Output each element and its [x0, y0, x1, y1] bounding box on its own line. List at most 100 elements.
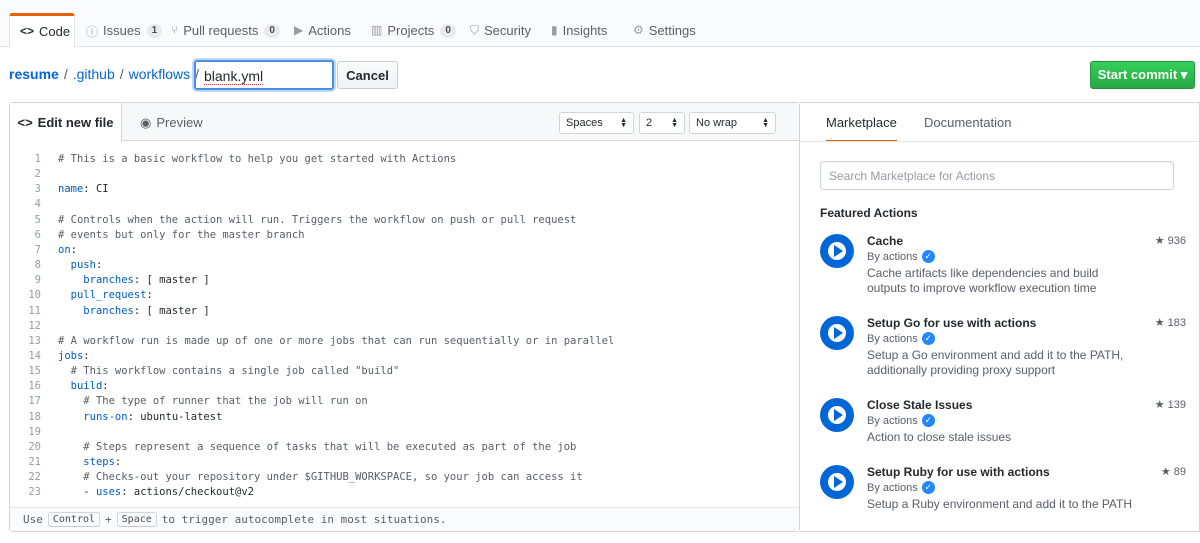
action-logo-icon	[820, 398, 854, 432]
line-number: 8	[34, 259, 41, 271]
kbd-space: Space	[116, 512, 157, 527]
verified-icon: ✓	[921, 250, 935, 263]
editor-header: <> Edit new file ◉ Preview Spaces ▲ ▼ 2 ▲ ▼ No…	[10, 103, 799, 142]
code-line: pull_request:	[70, 289, 153, 301]
code-line: steps:	[83, 456, 122, 468]
line-number: 18	[28, 411, 41, 423]
line-number: 11	[28, 305, 41, 317]
indent-size-select[interactable]: 2 ▲ ▼	[639, 112, 685, 134]
action-author: By actions ✓	[867, 332, 935, 345]
action-author: By actions ✓	[867, 250, 935, 263]
chevron-updown-icon: ▲ ▼	[671, 117, 678, 129]
code-line: - uses: actions/checkout@v2	[58, 486, 254, 498]
tab-settings[interactable]: ⚙ Settings	[633, 13, 696, 47]
line-number: 22	[28, 471, 41, 483]
action-logo-icon	[820, 465, 854, 499]
marketplace-search-input[interactable]: Search Marketplace for Actions	[820, 161, 1174, 190]
star-icon: ★	[1154, 399, 1165, 411]
code-line: # This workflow contains a single job ca…	[58, 365, 400, 377]
tab-security[interactable]: ⛉ Security	[470, 13, 531, 47]
pull-request-icon: ⑂	[171, 23, 179, 37]
line-number: 10	[28, 289, 41, 301]
line-number: 1	[34, 153, 41, 165]
tab-actions[interactable]: ▶ Actions	[294, 13, 351, 47]
eye-icon: ◉	[140, 114, 152, 130]
line-number: 2	[34, 168, 41, 180]
verified-icon: ✓	[921, 414, 935, 427]
projects-count: 0	[440, 24, 456, 38]
action-logo-icon	[820, 234, 854, 268]
code-editor: <> Edit new file ◉ Preview Spaces ▲ ▼ 2 ▲ ▼ No…	[9, 102, 800, 532]
code-line: # This is a basic workflow to help you g…	[58, 153, 457, 165]
graph-icon: ▮	[551, 23, 558, 37]
breadcrumb-repo[interactable]: resume	[9, 66, 59, 82]
divider	[800, 141, 1200, 142]
kbd-control: Control	[47, 512, 101, 527]
code-line: # A workflow run is made up of one or mo…	[58, 335, 615, 347]
action-name[interactable]: Cache	[867, 234, 903, 248]
line-number: 3	[34, 183, 41, 195]
action-stars: ★ 139	[1154, 399, 1186, 411]
line-number: 5	[34, 214, 41, 226]
action-stars: ★ 89	[1160, 466, 1186, 478]
indent-mode-select[interactable]: Spaces ▲ ▼	[559, 112, 634, 134]
tab-pull-requests[interactable]: ⑂ Pull requests 0	[171, 13, 280, 47]
tab-preview[interactable]: ◉ Preview	[140, 103, 203, 142]
action-author: By actions ✓	[867, 414, 935, 427]
line-number: 12	[28, 320, 41, 332]
tab-marketplace[interactable]: Marketplace	[826, 115, 897, 142]
line-number: 15	[28, 365, 41, 377]
chevron-updown-icon: ▲ ▼	[762, 117, 769, 129]
play-icon: ▶	[294, 23, 304, 37]
code-icon: <>	[17, 115, 33, 130]
issue-icon: ⓘ	[86, 25, 99, 39]
code-line: push:	[70, 259, 103, 271]
tab-edit-new-file[interactable]: <> Edit new file	[10, 103, 122, 142]
breadcrumb-workflows-dir[interactable]: workflows	[129, 66, 190, 82]
code-line: name: CI	[58, 183, 109, 195]
action-stars: ★ 936	[1154, 235, 1186, 247]
project-icon: ▥	[371, 23, 383, 37]
action-author: By actions ✓	[867, 481, 935, 494]
code-line: runs-on: ubuntu-latest	[83, 411, 223, 423]
line-number: 21	[28, 456, 41, 468]
line-number: 4	[34, 198, 41, 210]
breadcrumb-github-dir[interactable]: .github	[73, 66, 115, 82]
tab-insights[interactable]: ▮ Insights	[551, 13, 607, 47]
filename-input[interactable]: blank.yml	[194, 60, 334, 90]
action-description: Cache artifacts like dependencies and bu…	[867, 266, 1099, 295]
repo-nav: <> Code ⓘ Issues 1 ⑂ Pull requests 0 ▶ Actions…	[0, 0, 1200, 48]
action-name[interactable]: Close Stale Issues	[867, 398, 972, 412]
tab-documentation[interactable]: Documentation	[924, 115, 1011, 130]
gear-icon: ⚙	[633, 23, 644, 37]
code-line: # Steps represent a sequence of tasks th…	[58, 441, 577, 453]
breadcrumb: resume / .github / workflows /	[9, 66, 199, 82]
wrap-mode-select[interactable]: No wrap ▲ ▼	[689, 112, 776, 134]
chevron-updown-icon: ▲ ▼	[620, 117, 627, 129]
code-line: # Checks-out your repository under $GITH…	[58, 471, 583, 483]
code-line: on:	[58, 244, 77, 256]
action-description: Setup a Go environment and add it to the…	[867, 348, 1124, 377]
line-number: 6	[34, 229, 41, 241]
tab-issues[interactable]: ⓘ Issues 1	[86, 13, 163, 47]
line-number: 20	[28, 441, 41, 453]
action-logo-icon	[820, 316, 854, 350]
line-number: 14	[28, 350, 41, 362]
action-description: Setup a Ruby environment and add it to t…	[867, 497, 1133, 511]
code-line: # events but only for the master branch	[58, 229, 305, 241]
code-line: branches: [ master ]	[83, 305, 210, 317]
tab-code[interactable]: <> Code	[9, 13, 75, 48]
action-name[interactable]: Setup Go for use with actions	[867, 316, 1036, 330]
line-number: 17	[28, 395, 41, 407]
tab-projects[interactable]: ▥ Projects 0	[371, 13, 456, 47]
line-number: 16	[28, 380, 41, 392]
action-name[interactable]: Setup Ruby for use with actions	[867, 465, 1050, 479]
start-commit-button[interactable]: Start commit ▾	[1090, 61, 1195, 89]
cancel-button[interactable]: Cancel	[337, 61, 398, 89]
line-number: 9	[34, 274, 41, 286]
line-number: 19	[28, 426, 41, 438]
code-line: branches: [ master ]	[83, 274, 210, 286]
code-line: # The type of runner that the job will r…	[58, 395, 368, 407]
issues-count: 1	[146, 24, 163, 38]
verified-icon: ✓	[921, 481, 935, 494]
